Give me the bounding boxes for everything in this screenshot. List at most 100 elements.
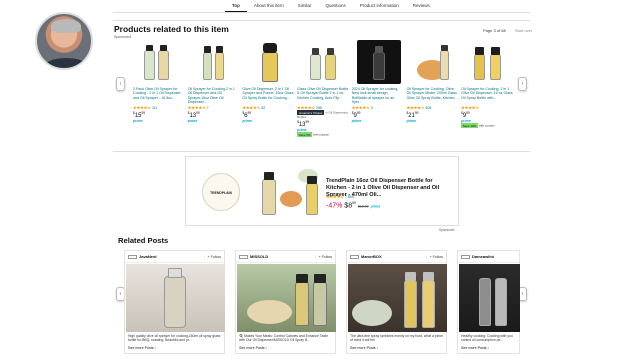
prime-badge: prime <box>133 119 143 123</box>
product-card[interactable]: Oil Sprayer for Cooking, Olive Oil Spray… <box>406 40 461 150</box>
page-count: Page 3 of 58 <box>483 28 506 33</box>
review-count: 7 <box>206 106 209 110</box>
see-more-posts-link[interactable]: See more Posts › <box>461 346 489 350</box>
section-nav: Top About this item Similar Questions Pr… <box>225 0 437 12</box>
post-text: Healthy cooking. Cooking with you contro… <box>461 334 513 342</box>
post-header: JavaNest + Follow <box>125 251 224 263</box>
post-card[interactable]: Dameawlini Healthy cooking. Cooking with… <box>457 250 520 354</box>
post-brand[interactable]: Dameawlini <box>461 254 494 259</box>
post-image[interactable] <box>348 264 447 332</box>
product-price: $999 <box>351 111 361 119</box>
product-image[interactable] <box>357 40 402 84</box>
tab-top[interactable]: Top <box>225 0 247 12</box>
product-image[interactable] <box>248 40 292 84</box>
see-more-posts-link[interactable]: See more Posts › <box>128 346 156 350</box>
section-title: Products related to this item <box>114 24 229 34</box>
carousel-next-button[interactable]: › <box>518 77 527 91</box>
rating-stars: ★★★★☆3 <box>351 105 373 110</box>
prime-badge: prime <box>242 119 252 123</box>
product-price: $2199 <box>406 111 419 119</box>
product-title[interactable]: Oil Sprayer for Cooking, 2 in 1 Olive Oi… <box>461 87 516 104</box>
rating-stars: ★★★★☆7,895 <box>326 194 354 199</box>
product-title[interactable]: Glass Olive Oil Dispenser Bottle & Oil S… <box>297 87 352 104</box>
review-count: 52 <box>261 106 266 110</box>
product-price: $699 <box>242 111 252 119</box>
post-card[interactable]: ManorBOX + Follow The ultra-fine spray s… <box>346 250 447 354</box>
product-image[interactable] <box>138 40 182 84</box>
product-card[interactable]: Oil Sprayer for Cooking, 2 in 1 Olive Oi… <box>461 40 516 150</box>
product-card[interactable]: Oil Sprayer for Cooking,2 in 1 Oil Dispe… <box>188 40 243 150</box>
product-carousel: 2 Pack Olive Oil Sprayer for Cooking - 2… <box>133 40 516 150</box>
product-price: $999 <box>461 111 470 119</box>
prime-badge: prime <box>370 204 381 209</box>
rating-stars: ★★★★☆605 <box>406 105 432 110</box>
post-header: MISSOLD + Follow <box>236 251 335 263</box>
product-card[interactable]: 2024 Oil Sprayer for cooking, New look s… <box>352 40 407 150</box>
product-title[interactable]: 2024 Oil Sprayer for cooking, New look s… <box>352 87 407 104</box>
coupon-text: with coupon <box>478 123 495 128</box>
tab-similar[interactable]: Similar <box>291 0 319 12</box>
coupon-badge[interactable]: Save 10% <box>461 123 478 128</box>
post-card[interactable]: MISSOLD + Follow 🍳 Makes Your Meals: Con… <box>235 250 336 354</box>
see-more-posts-link[interactable]: See more Posts › <box>239 346 267 350</box>
brand-logo[interactable]: TRENDPLAIN <box>202 173 240 211</box>
product-card[interactable]: 2 Pack Olive Oil Sprayer for Cooking - 2… <box>133 40 188 150</box>
post-card[interactable]: JavaNest + Follow High quality olive oil… <box>124 250 225 354</box>
post-text: High quality olive oil sprayer for cooki… <box>128 334 221 342</box>
brand-logo-icon <box>128 254 137 259</box>
post-image[interactable] <box>126 264 225 332</box>
start-over-link[interactable]: Start over <box>515 28 532 33</box>
divider <box>113 12 530 13</box>
discount-percent: -47% <box>326 202 343 210</box>
product-card[interactable]: Glass Olive Oil Dispenser Bottle & Oil S… <box>297 40 352 150</box>
tab-product-info[interactable]: Product information <box>353 0 406 12</box>
product-image[interactable] <box>412 40 456 84</box>
post-text: 🍳 Makes Your Meals: Control Calories and… <box>239 334 328 342</box>
product-price: $1399 <box>187 111 200 119</box>
post-brand[interactable]: MISSOLD <box>239 254 268 259</box>
post-text: The ultra-fine spray sprinkles evenly on… <box>350 334 443 342</box>
coupon-text: with coupon <box>313 132 330 137</box>
prime-badge: prime <box>351 119 362 123</box>
review-count: 3 <box>370 106 373 110</box>
see-more-posts-link[interactable]: See more Posts › <box>350 346 378 350</box>
product-card[interactable]: Olive Oil Dispenser, 2 in 1 Oil Sprayer … <box>242 40 297 150</box>
ad-sponsored-label[interactable]: Sponsored <box>439 228 454 232</box>
tab-questions[interactable]: Questions <box>318 0 352 12</box>
rating-stars: ★★★★☆ <box>461 105 480 110</box>
product-image[interactable] <box>302 40 346 84</box>
ad-product-image[interactable] <box>258 165 328 220</box>
carousel-prev-button[interactable]: ‹ <box>116 77 125 91</box>
product-price: $1399 <box>297 120 310 128</box>
rating-stars: ★★★★☆111 <box>133 105 158 110</box>
review-count: 605 <box>425 106 432 110</box>
prime-badge: prime <box>406 119 416 123</box>
list-price: $16.99 <box>357 204 369 209</box>
product-image[interactable] <box>466 40 510 84</box>
review-count: 7,895 <box>344 195 354 199</box>
post-image[interactable] <box>237 264 336 332</box>
follow-button[interactable]: + Follow <box>314 254 332 259</box>
product-title[interactable]: Olive Oil Dispenser, 2 in 1 Oil Sprayer … <box>242 87 297 104</box>
product-title[interactable]: Oil Sprayer for Cooking,2 in 1 Oil Dispe… <box>188 87 243 104</box>
product-title[interactable]: Oil Sprayer for Cooking, Olive Oil Spray… <box>406 87 461 104</box>
presenter-webcam <box>35 12 93 70</box>
rating-stars: ★★★★☆7 <box>187 105 209 110</box>
tab-about[interactable]: About this item <box>247 0 291 12</box>
product-image[interactable] <box>193 40 237 84</box>
product-price: $1599 <box>133 111 146 119</box>
follow-button[interactable]: + Follow <box>203 254 221 259</box>
page-indicator: Page 3 of 58 Start over <box>483 28 532 33</box>
tab-reviews[interactable]: Reviews <box>406 0 437 12</box>
ad-price: -47% $899 $16.99 prime <box>326 201 381 210</box>
product-title[interactable]: 2 Pack Olive Oil Sprayer for Cooking - 2… <box>133 87 188 104</box>
post-image[interactable] <box>459 264 520 332</box>
post-brand[interactable]: ManorBOX <box>350 254 382 259</box>
rating-stars: ★★★★☆52 <box>242 105 266 110</box>
coupon-badge[interactable]: Save 5% <box>297 132 313 137</box>
sponsored-label: Sponsored <box>114 35 131 39</box>
follow-button[interactable]: + Follow <box>425 254 443 259</box>
post-brand[interactable]: JavaNest <box>128 254 157 259</box>
amazon-product-page: Top About this item Similar Questions Pr… <box>0 0 640 360</box>
sponsored-ad[interactable]: TRENDPLAIN TrendPlain 16oz Oil Dispenser… <box>185 156 459 226</box>
